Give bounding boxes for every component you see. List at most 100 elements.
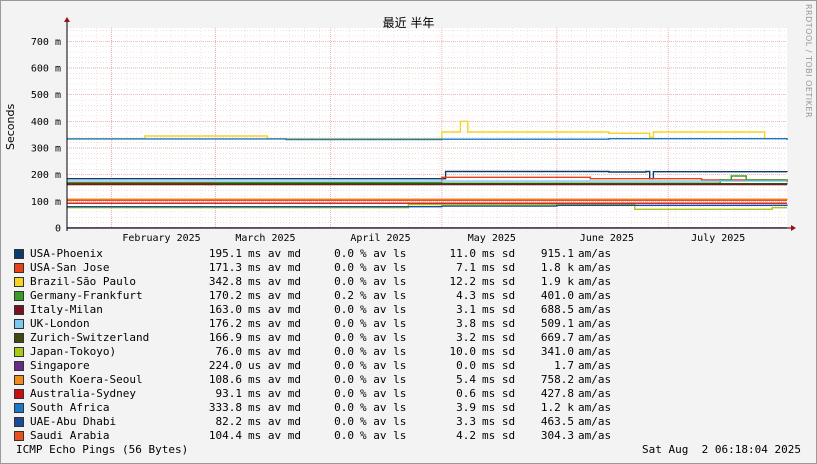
- legend-loss-value: 0.0: [334, 317, 354, 330]
- legend-avg-value: 195.1: [208, 247, 242, 260]
- legend-name: South Africa: [30, 401, 110, 414]
- grid: [66, 28, 787, 229]
- legend-loss-value: 0.0: [334, 415, 354, 428]
- legend-avg-value: 108.6: [208, 373, 242, 386]
- y-tick-label: 200 m: [31, 170, 61, 181]
- legend-amsd-unit: am/as: [578, 247, 612, 260]
- x-tick-label: May 2025: [468, 233, 516, 244]
- legend-loss-value: 0.0: [334, 331, 354, 344]
- legend-name: Saudi Arabia: [30, 429, 110, 442]
- legend-amsd-value: 669.7: [540, 331, 574, 344]
- legend-amsd-unit: am/as: [578, 387, 612, 400]
- legend-sd-unit: ms sd: [482, 275, 516, 288]
- legend-amsd-value: 1.2 k: [540, 401, 574, 414]
- plot-area: [67, 28, 787, 228]
- legend-sd-unit: ms sd: [482, 331, 516, 344]
- legend-sd-value: 3.8: [456, 317, 476, 330]
- legend-amsd-value: 688.5: [540, 303, 574, 316]
- legend-sd-value: 10.0: [449, 345, 477, 358]
- legend-avg-value: 333.8: [208, 401, 242, 414]
- legend-sd-value: 3.3: [456, 415, 476, 428]
- legend-amsd-value: 1.8 k: [540, 261, 574, 274]
- legend-avg-unit: ms av md: [248, 345, 301, 358]
- legend-sd-unit: ms sd: [482, 359, 516, 372]
- legend-loss-unit: % av ls: [360, 317, 407, 330]
- legend-loss-unit: % av ls: [360, 401, 407, 414]
- legend-loss-unit: % av ls: [360, 331, 407, 344]
- legend-avg-unit: ms av md: [248, 317, 301, 330]
- legend-swatch: [14, 305, 24, 315]
- legend-loss-unit: % av ls: [360, 359, 407, 372]
- legend-loss-unit: % av ls: [360, 275, 407, 288]
- legend-avg-unit: ms av md: [248, 387, 301, 400]
- legend-loss-unit: % av ls: [360, 373, 407, 386]
- legend-name: Zurich-Switzerland: [30, 331, 150, 344]
- legend-sd-unit: ms sd: [482, 303, 516, 316]
- legend-swatch: [14, 417, 24, 427]
- legend-name: Italy-Milan: [30, 303, 103, 316]
- legend-amsd-value: 1.9 k: [540, 275, 574, 288]
- x-tick-label: April 2025: [350, 233, 410, 244]
- legend-amsd-value: 341.0: [540, 345, 574, 358]
- legend-loss-unit: % av ls: [360, 415, 407, 428]
- footer-probe-label: ICMP Echo Pings (56 Bytes): [16, 443, 189, 456]
- legend-sd-unit: ms sd: [482, 429, 516, 442]
- legend-loss-unit: % av ls: [360, 247, 407, 260]
- x-tick-label: March 2025: [235, 233, 295, 244]
- legend-sd-value: 4.2: [456, 429, 476, 442]
- legend-amsd-value: 463.5: [540, 415, 574, 428]
- legend-avg-value: 171.3: [208, 261, 242, 274]
- legend-loss-unit: % av ls: [360, 303, 407, 316]
- legend-loss-value: 0.0: [334, 373, 354, 386]
- legend-sd-unit: ms sd: [482, 345, 516, 358]
- legend-amsd-unit: am/as: [578, 359, 612, 372]
- legend-name: Japan-Tokoyo): [30, 345, 117, 358]
- legend-sd-unit: ms sd: [482, 387, 516, 400]
- legend-avg-value: 166.9: [208, 331, 242, 344]
- legend-avg-unit: ms av md: [248, 275, 301, 288]
- legend-sd-value: 0.6: [456, 387, 476, 400]
- legend-loss-unit: % av ls: [360, 345, 407, 358]
- legend-avg-value: 176.2: [208, 317, 242, 330]
- footer-timestamp: Sat Aug 2 06:18:04 2025: [642, 443, 801, 456]
- legend-amsd-unit: am/as: [578, 429, 612, 442]
- legend-loss-value: 0.0: [334, 359, 354, 372]
- legend-loss-unit: % av ls: [360, 429, 407, 442]
- y-tick-label: 400 m: [31, 117, 61, 128]
- legend-loss-unit: % av ls: [360, 387, 407, 400]
- legend-amsd-value: 758.2: [540, 373, 574, 386]
- legend-loss-value: 0.0: [334, 247, 354, 260]
- legend-avg-value: 163.0: [208, 303, 242, 316]
- legend-loss-value: 0.2: [334, 289, 354, 302]
- legend-avg-unit: ms av md: [248, 373, 301, 386]
- legend-name: South Koera-Seoul: [30, 373, 143, 386]
- legend-sd-value: 5.4: [456, 373, 476, 386]
- legend-swatch: [14, 347, 24, 357]
- legend-sd-unit: ms sd: [482, 317, 516, 330]
- legend-loss-value: 0.0: [334, 429, 354, 442]
- y-tick-label: 100 m: [31, 197, 61, 208]
- legend-amsd-unit: am/as: [578, 345, 612, 358]
- legend-sd-unit: ms sd: [482, 289, 516, 302]
- legend-swatch: [14, 375, 24, 385]
- legend-name: Brazil-São Paulo: [30, 275, 136, 288]
- legend-amsd-unit: am/as: [578, 289, 612, 302]
- legend-amsd-value: 401.0: [540, 289, 574, 302]
- legend-avg-unit: ms av md: [248, 415, 301, 428]
- legend-swatch: [14, 291, 24, 301]
- legend-amsd-unit: am/as: [578, 401, 612, 414]
- legend-swatch: [14, 403, 24, 413]
- legend-avg-unit: us av md: [248, 359, 301, 372]
- series-line: [67, 198, 788, 200]
- legend-amsd-value: 427.8: [540, 387, 574, 400]
- legend-name: USA-Phoenix: [30, 247, 103, 260]
- legend-amsd-unit: am/as: [578, 261, 612, 274]
- legend-name: Germany-Frankfurt: [30, 289, 143, 302]
- legend-loss-value: 0.0: [334, 345, 354, 358]
- legend-swatch: [14, 361, 24, 371]
- legend-swatch: [14, 277, 24, 287]
- legend-amsd-unit: am/as: [578, 373, 612, 386]
- x-tick-label: February 2025: [122, 233, 200, 244]
- legend-avg-unit: ms av md: [248, 401, 301, 414]
- legend-amsd-unit: am/as: [578, 275, 612, 288]
